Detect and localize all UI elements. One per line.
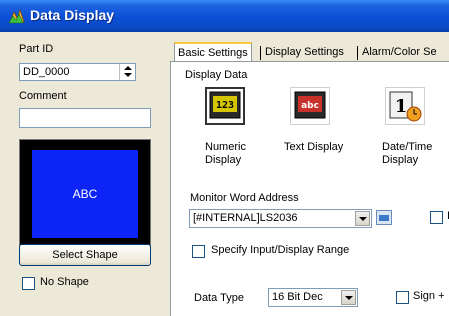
shape-preview-content: ABC [32,150,138,238]
no-shape-label: No Shape [40,276,89,288]
basic-settings-panel: Display Data 123 Numeric Display abc Text… [170,61,449,316]
dialog-body: Part ID DD_0000 Comment ABC Select Shape… [0,32,449,316]
tab-separator [357,46,358,60]
comment-field[interactable] [19,108,151,128]
numeric-display-icon: 123 [209,91,241,119]
part-id-value: DD_0000 [23,66,70,78]
select-shape-label: Select Shape [52,249,118,261]
comment-label: Comment [19,90,67,102]
keyboard-icon [379,215,389,221]
part-id-label: Part ID [19,43,54,55]
dropdown-arrow-icon[interactable] [341,290,356,305]
dropdown-arrow-icon[interactable] [355,211,370,226]
no-shape-checkbox[interactable] [22,277,35,290]
specify-range-checkbox[interactable] [192,245,205,258]
part-id-spinner[interactable] [119,64,135,80]
preview-text: ABC [72,187,98,201]
shape-preview: ABC [19,139,151,249]
title-bar[interactable]: Data Display [0,0,449,32]
data-type-label: Data Type [194,292,244,304]
address-input-icon[interactable] [376,210,392,225]
tab-display-settings-label: Display Settings [265,46,344,58]
data-type-dropdown[interactable]: 16 Bit Dec [268,288,358,307]
data-display-app-icon [8,8,25,24]
sign-checkbox[interactable] [396,291,409,304]
tab-alarm-color[interactable]: Alarm/Color Se [359,43,440,63]
svg-text:123: 123 [216,100,234,111]
tab-alarm-color-label: Alarm/Color Se [362,46,437,58]
date-time-display-label: Date/Time Display [382,141,433,166]
data-type-value: 16 Bit Dec [272,291,323,303]
svg-text:abc: abc [301,101,319,111]
part-id-field[interactable]: DD_0000 [19,63,136,81]
display-data-label: Display Data [185,69,248,81]
monitor-address-label: Monitor Word Address [190,192,299,204]
text-display-icon: abc [294,91,326,119]
select-shape-button[interactable]: Select Shape [19,244,151,266]
tab-basic-settings-label: Basic Settings [178,47,248,59]
window-title: Data Display [30,7,115,23]
date-time-display-option[interactable]: 1 [385,87,425,125]
spin-down-icon[interactable] [124,73,132,77]
numeric-display-option[interactable]: 123 [205,87,245,125]
right-option-checkbox[interactable] [430,211,443,224]
sign-label: Sign + [413,290,445,302]
svg-text:1: 1 [395,96,408,117]
numeric-display-label: Numeric Display [205,141,246,166]
tab-separator [260,46,261,60]
specify-range-label: Specify Input/Display Range [211,244,350,256]
text-display-option[interactable]: abc [290,87,330,125]
monitor-address-dropdown[interactable]: [#INTERNAL]LS2036 [189,209,372,228]
tab-display-settings[interactable]: Display Settings [262,43,347,63]
spin-up-icon[interactable] [124,66,132,70]
date-time-display-icon: 1 [389,91,422,122]
monitor-address-value: [#INTERNAL]LS2036 [193,212,298,224]
text-display-label: Text Display [284,141,344,153]
tab-basic-settings[interactable]: Basic Settings [174,42,252,62]
